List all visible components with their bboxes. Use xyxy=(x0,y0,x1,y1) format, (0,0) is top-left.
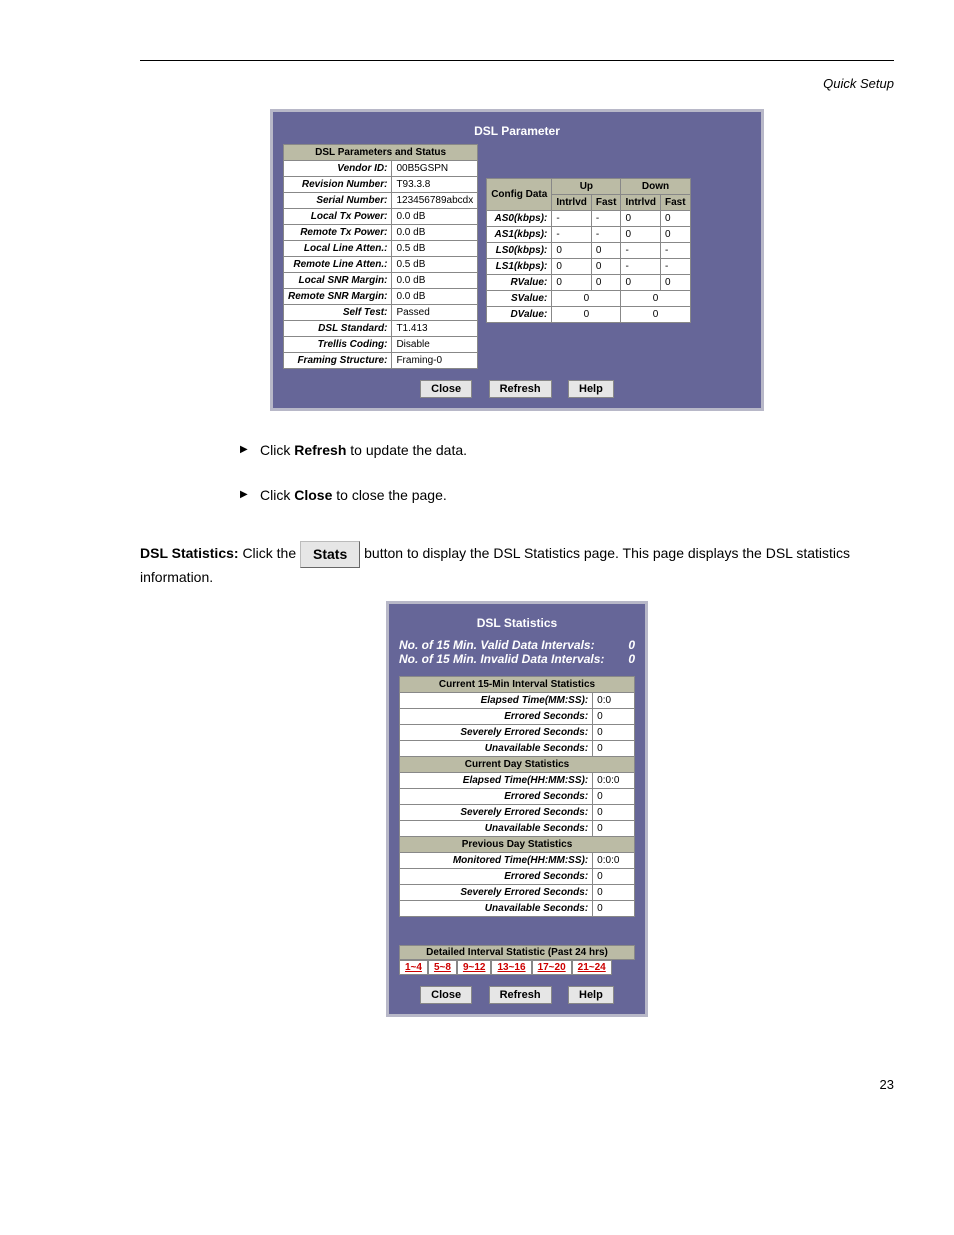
interval-link-5[interactable]: 17~20 xyxy=(532,960,572,975)
interval-link-3[interactable]: 9~12 xyxy=(457,960,492,975)
config-data-table: Config Data Up Down Intrlvd Fast Intrlvd… xyxy=(486,178,690,323)
dsl-statistics-title: DSL Statistics xyxy=(399,614,635,636)
interval-link-2[interactable]: 5~8 xyxy=(428,960,457,975)
dsl-statistics-table: Current 15-Min Interval Statistics Elaps… xyxy=(399,676,635,917)
instruction-refresh: Click Refresh to update the data. xyxy=(240,441,894,460)
stats-close-button[interactable]: Close xyxy=(420,986,472,1004)
detailed-interval-links: 1~4 5~8 9~12 13~16 17~20 21~24 xyxy=(399,960,635,975)
refresh-button[interactable]: Refresh xyxy=(489,380,552,398)
stats-refresh-button[interactable]: Refresh xyxy=(489,986,552,1004)
dsl-parameters-status-header: DSL Parameters and Status xyxy=(284,145,478,161)
dsl-parameters-status-table: DSL Parameters and Status Vendor ID:00B5… xyxy=(283,144,478,369)
dsl-parameter-panel: DSL Parameter DSL Parameters and Status … xyxy=(270,109,764,411)
dsl-parameter-title: DSL Parameter xyxy=(283,122,751,144)
interval-link-4[interactable]: 13~16 xyxy=(491,960,531,975)
detailed-interval-header: Detailed Interval Statistic (Past 24 hrs… xyxy=(399,945,635,960)
dsl-statistics-panel: DSL Statistics No. of 15 Min. Valid Data… xyxy=(386,601,648,1017)
dsl-statistics-paragraph: DSL Statistics: Click the Stats button t… xyxy=(140,541,894,587)
interval-link-6[interactable]: 21~24 xyxy=(572,960,612,975)
page-header-right: Quick Setup xyxy=(140,76,894,91)
instruction-close: Click Close to close the page. xyxy=(240,486,894,505)
close-button[interactable]: Close xyxy=(420,380,472,398)
config-data-header: Config Data xyxy=(487,179,552,211)
stats-button-image: Stats xyxy=(300,541,360,568)
interval-link-1[interactable]: 1~4 xyxy=(399,960,428,975)
dsl-statistics-counters: No. of 15 Min. Valid Data Intervals: 0 N… xyxy=(399,636,635,676)
page-number: 23 xyxy=(140,1077,894,1092)
stats-help-button[interactable]: Help xyxy=(568,986,614,1004)
help-button[interactable]: Help xyxy=(568,380,614,398)
